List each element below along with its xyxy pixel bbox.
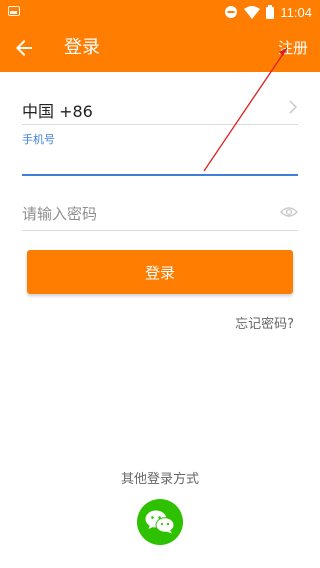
register-button[interactable]: 注册	[278, 36, 308, 60]
battery-icon	[266, 5, 275, 19]
status-icons: 11:04	[224, 3, 312, 21]
phone-field-label: 手机号	[22, 133, 55, 146]
chevron-right-icon	[289, 100, 298, 114]
eye-icon[interactable]	[280, 206, 298, 218]
password-row	[22, 198, 298, 231]
wifi-icon	[244, 5, 261, 19]
status-bar: 11:04	[0, 0, 320, 24]
minus-circle-icon	[225, 6, 238, 18]
login-button[interactable]: 登录	[27, 250, 293, 294]
page-title: 登录	[64, 37, 100, 58]
other-login-label: 其他登录方式	[120, 472, 199, 487]
status-time: 11:04	[280, 4, 312, 20]
country-code-label: 中国 +86	[22, 102, 93, 121]
image-icon	[8, 6, 20, 16]
forgot-password-link[interactable]: 忘记密码?	[235, 313, 294, 332]
wechat-login-button[interactable]	[137, 499, 183, 545]
wechat-icon	[145, 510, 175, 534]
country-code-selector[interactable]: 中国 +86	[22, 96, 298, 125]
password-field[interactable]	[22, 202, 262, 226]
back-arrow-icon[interactable]	[12, 36, 36, 60]
phone-field[interactable]	[22, 148, 298, 176]
toolbar: 登录 注册	[0, 24, 320, 72]
